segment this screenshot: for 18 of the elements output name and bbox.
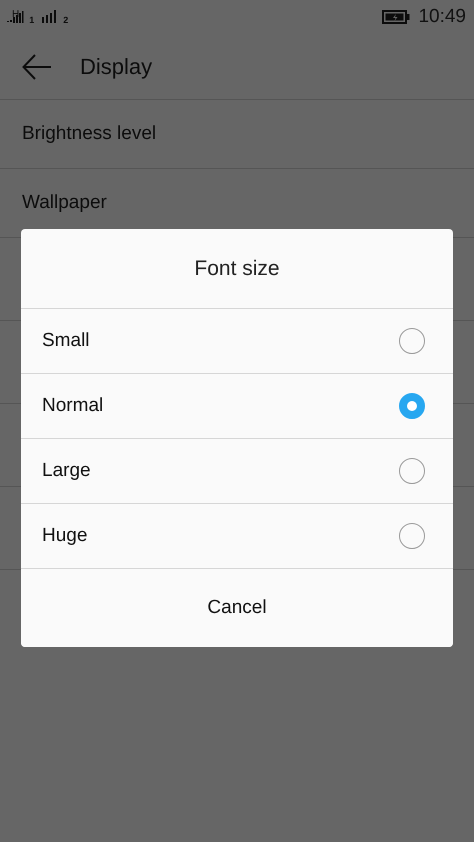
radio-button[interactable] xyxy=(399,523,425,549)
font-size-option[interactable]: Large xyxy=(21,439,453,504)
font-size-option[interactable]: Small xyxy=(21,309,453,374)
sim-number: 1 xyxy=(29,15,34,25)
font-size-option[interactable]: Normal xyxy=(21,374,453,439)
option-label: Large xyxy=(42,460,91,482)
battery-charging-icon xyxy=(382,10,410,24)
page-title: Display xyxy=(80,54,152,80)
sim-number: 2 xyxy=(63,15,68,25)
clock: 10:49 xyxy=(418,6,466,28)
radio-button[interactable] xyxy=(399,458,425,484)
option-label: Normal xyxy=(42,395,104,417)
option-label: Huge xyxy=(42,525,88,547)
back-arrow-icon[interactable] xyxy=(22,54,52,80)
radio-button[interactable] xyxy=(399,393,425,419)
dialog-title: Font size xyxy=(21,229,453,309)
option-label: Small xyxy=(42,330,90,352)
radio-button[interactable] xyxy=(399,328,425,354)
